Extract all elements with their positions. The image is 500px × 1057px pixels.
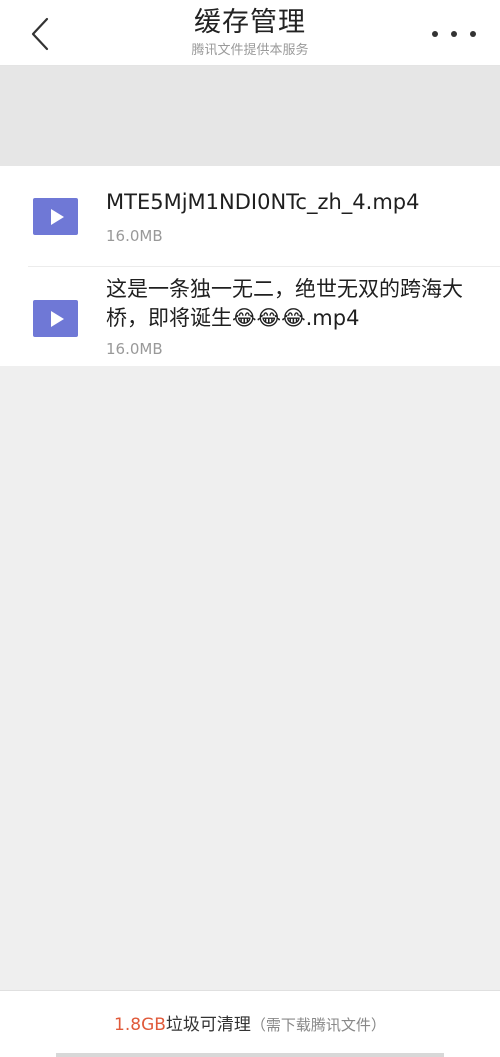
more-dots-icon [432, 31, 438, 37]
footer-indicator [56, 1053, 444, 1057]
banner-placeholder [0, 66, 500, 166]
footer-bar: 1.8GB垃圾可清理（需下载腾讯文件） [0, 990, 500, 1057]
file-size: 16.0MB [106, 227, 163, 245]
clean-summary[interactable]: 1.8GB垃圾可清理（需下载腾讯文件） [0, 1013, 500, 1037]
file-name: MTE5MjM1NDI0NTc_zh_4.mp4 [106, 190, 420, 214]
cleanable-size: 1.8GB [114, 1015, 166, 1035]
file-list: MTE5MjM1NDI0NTc_zh_4.mp4 16.0MB 这是一条独一无二… [0, 166, 500, 366]
page-title: 缓存管理 [194, 7, 306, 38]
video-play-icon [33, 198, 78, 235]
file-item[interactable]: 这是一条独一无二，绝世无双的跨海大桥，即将诞生😂😂😂.mp4 16.0MB [0, 267, 500, 366]
file-item[interactable]: MTE5MjM1NDI0NTc_zh_4.mp4 16.0MB [0, 166, 500, 266]
cleanable-label: 垃圾可清理 [165, 1015, 251, 1035]
video-play-icon [33, 300, 78, 337]
file-name: 这是一条独一无二，绝世无双的跨海大桥，即将诞生😂😂😂.mp4 [106, 277, 463, 330]
header-bar: 缓存管理 腾讯文件提供本服务 [0, 0, 500, 66]
file-size: 16.0MB [106, 340, 163, 358]
more-dots-icon [470, 31, 476, 37]
more-button[interactable] [432, 22, 476, 46]
page-subtitle: 腾讯文件提供本服务 [191, 43, 309, 58]
cleanable-note: （需下载腾讯文件） [250, 1016, 386, 1034]
more-dots-icon [451, 31, 457, 37]
